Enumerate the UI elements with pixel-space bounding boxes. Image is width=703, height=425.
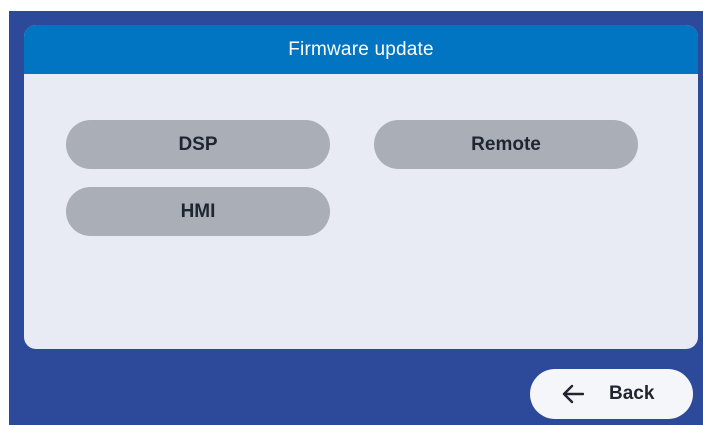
panel-title: Firmware update xyxy=(288,38,434,60)
remote-button[interactable]: Remote xyxy=(374,120,638,169)
dsp-button[interactable]: DSP xyxy=(66,120,330,169)
firmware-panel: Firmware update DSP Remote HMI xyxy=(24,25,698,349)
firmware-update-screen: Firmware update DSP Remote HMI Back xyxy=(9,11,703,425)
hmi-button-label: HMI xyxy=(180,200,216,222)
back-button[interactable]: Back xyxy=(530,369,693,419)
hmi-button[interactable]: HMI xyxy=(66,187,330,236)
arrow-left-icon xyxy=(562,384,584,404)
panel-header: Firmware update xyxy=(24,25,698,74)
remote-button-label: Remote xyxy=(471,133,541,155)
back-button-label: Back xyxy=(609,383,655,404)
dsp-button-label: DSP xyxy=(178,133,218,155)
